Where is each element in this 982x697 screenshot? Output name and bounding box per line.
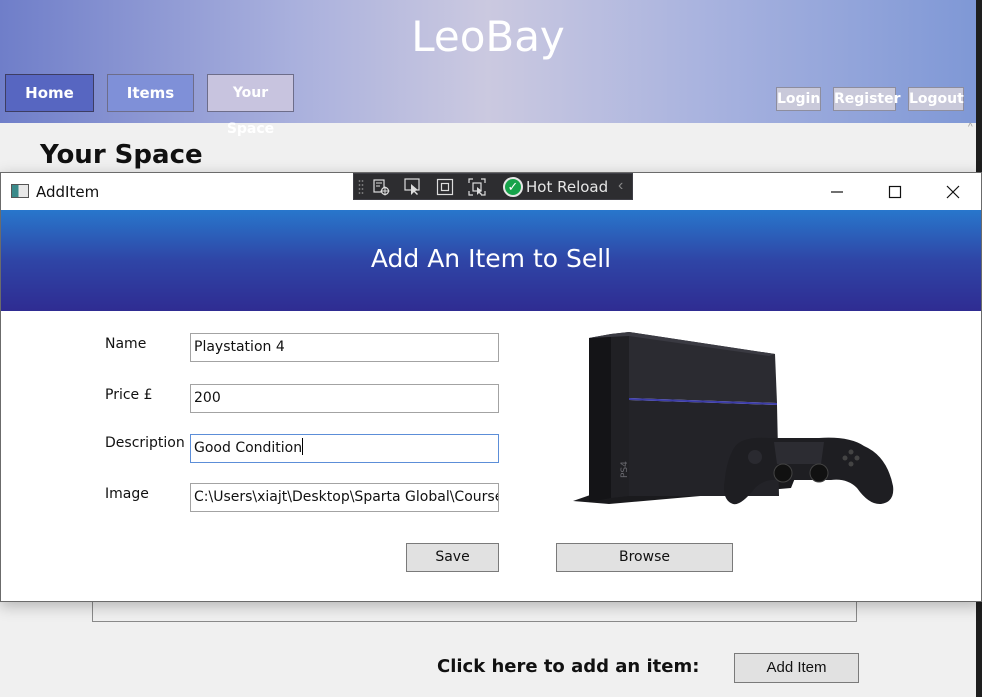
browse-button[interactable]: Browse	[556, 543, 733, 572]
close-icon[interactable]	[933, 179, 973, 205]
description-value: Good Condition	[194, 440, 303, 456]
add-item-button[interactable]: Add Item	[734, 653, 859, 683]
track-focused-element-icon[interactable]	[468, 178, 486, 196]
name-label: Name	[105, 336, 147, 352]
name-input[interactable]: Playstation 4	[190, 333, 499, 362]
dialog-heading: Add An Item to Sell	[370, 244, 612, 273]
select-element-icon[interactable]	[404, 178, 422, 196]
image-path-input[interactable]: C:\Users\xiajt\Desktop\Sparta Global\Cou…	[190, 483, 499, 512]
toolbar-grip-icon[interactable]	[358, 179, 364, 195]
dialog-banner: Add An Item to Sell	[1, 210, 981, 311]
save-button[interactable]: Save	[406, 543, 499, 572]
add-item-dialog: AddItem ✓ Hot Reload ‹ Add An Item to Se…	[0, 172, 982, 602]
description-input[interactable]: Good Condition	[190, 434, 499, 463]
price-label: Price £	[105, 387, 153, 403]
main-header: LeoBay Home Items Your Space Login Regis…	[0, 0, 976, 137]
hot-reload-label[interactable]: Hot Reload	[526, 178, 608, 196]
hot-reload-check-icon[interactable]: ✓	[503, 177, 523, 197]
description-label: Description	[105, 435, 185, 451]
collapse-toolbar-icon[interactable]: ‹	[618, 177, 623, 195]
window-app-icon	[11, 184, 29, 198]
register-button[interactable]: Register	[833, 87, 901, 111]
image-label: Image	[105, 486, 149, 502]
add-item-prompt: Click here to add an item:	[437, 656, 700, 677]
page-title: Your Space	[40, 140, 203, 170]
nav-home-button[interactable]: Home	[5, 74, 94, 112]
item-preview-image: PS4	[573, 332, 894, 505]
live-visual-tree-icon[interactable]	[372, 178, 390, 196]
logout-button[interactable]: Logout	[908, 87, 964, 111]
nav-items-button[interactable]: Items	[107, 74, 194, 112]
display-layout-adorners-icon[interactable]	[436, 178, 454, 196]
app-title: LeoBay	[411, 12, 565, 61]
login-button[interactable]: Login	[776, 87, 821, 111]
maximize-icon[interactable]	[875, 179, 915, 205]
dialog-window-title: AddItem	[36, 183, 100, 201]
price-input[interactable]: 200	[190, 384, 499, 413]
scroll-up-icon[interactable]: ^	[968, 123, 976, 133]
xaml-debug-toolbar: ✓ Hot Reload ‹	[353, 173, 633, 200]
text-caret	[302, 438, 304, 455]
svg-text:PS4: PS4	[620, 461, 630, 478]
nav-your-space-button[interactable]: Your Space	[207, 74, 294, 137]
minimize-icon[interactable]	[817, 179, 857, 205]
